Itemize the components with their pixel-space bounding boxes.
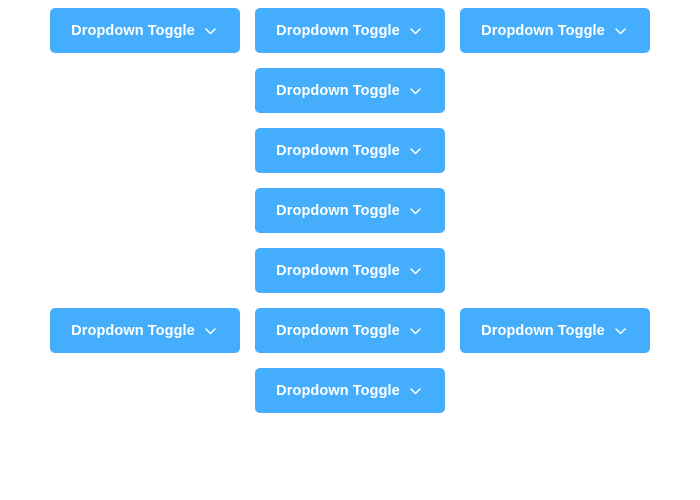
dropdown-toggle-center-4[interactable]: Dropdown Toggle xyxy=(255,188,445,233)
dropdown-toggle-top-center[interactable]: Dropdown Toggle xyxy=(255,8,445,53)
chevron-down-icon xyxy=(408,23,424,39)
chevron-down-icon xyxy=(408,143,424,159)
chevron-down-icon xyxy=(408,203,424,219)
dropdown-toggle-label: Dropdown Toggle xyxy=(71,22,195,39)
dropdown-toggle-label: Dropdown Toggle xyxy=(276,82,400,99)
dropdown-toggle-bottom-center[interactable]: Dropdown Toggle xyxy=(255,308,445,353)
dropdown-toggle-label: Dropdown Toggle xyxy=(276,322,400,339)
dropdown-toggle-label: Dropdown Toggle xyxy=(276,22,400,39)
chevron-down-icon xyxy=(613,323,629,339)
dropdown-toggle-bottom-left[interactable]: Dropdown Toggle xyxy=(50,308,240,353)
dropdown-toggle-bottom-right[interactable]: Dropdown Toggle xyxy=(460,308,650,353)
dropdown-toggle-label: Dropdown Toggle xyxy=(276,202,400,219)
chevron-down-icon xyxy=(613,23,629,39)
dropdown-toggle-top-right[interactable]: Dropdown Toggle xyxy=(460,8,650,53)
dropdown-toggle-label: Dropdown Toggle xyxy=(276,142,400,159)
chevron-down-icon xyxy=(408,323,424,339)
dropdown-toggle-center-5[interactable]: Dropdown Toggle xyxy=(255,248,445,293)
dropdown-toggle-label: Dropdown Toggle xyxy=(481,322,605,339)
dropdown-toggle-center-3[interactable]: Dropdown Toggle xyxy=(255,128,445,173)
dropdown-toggle-center-2[interactable]: Dropdown Toggle xyxy=(255,68,445,113)
dropdown-toggle-last-center[interactable]: Dropdown Toggle xyxy=(255,368,445,413)
chevron-down-icon xyxy=(203,23,219,39)
chevron-down-icon xyxy=(408,383,424,399)
chevron-down-icon xyxy=(408,83,424,99)
chevron-down-icon xyxy=(408,263,424,279)
chevron-down-icon xyxy=(203,323,219,339)
dropdown-toggle-label: Dropdown Toggle xyxy=(276,262,400,279)
dropdown-toggle-top-left[interactable]: Dropdown Toggle xyxy=(50,8,240,53)
dropdown-toggle-label: Dropdown Toggle xyxy=(71,322,195,339)
dropdown-toggle-label: Dropdown Toggle xyxy=(481,22,605,39)
dropdown-toggle-label: Dropdown Toggle xyxy=(276,382,400,399)
